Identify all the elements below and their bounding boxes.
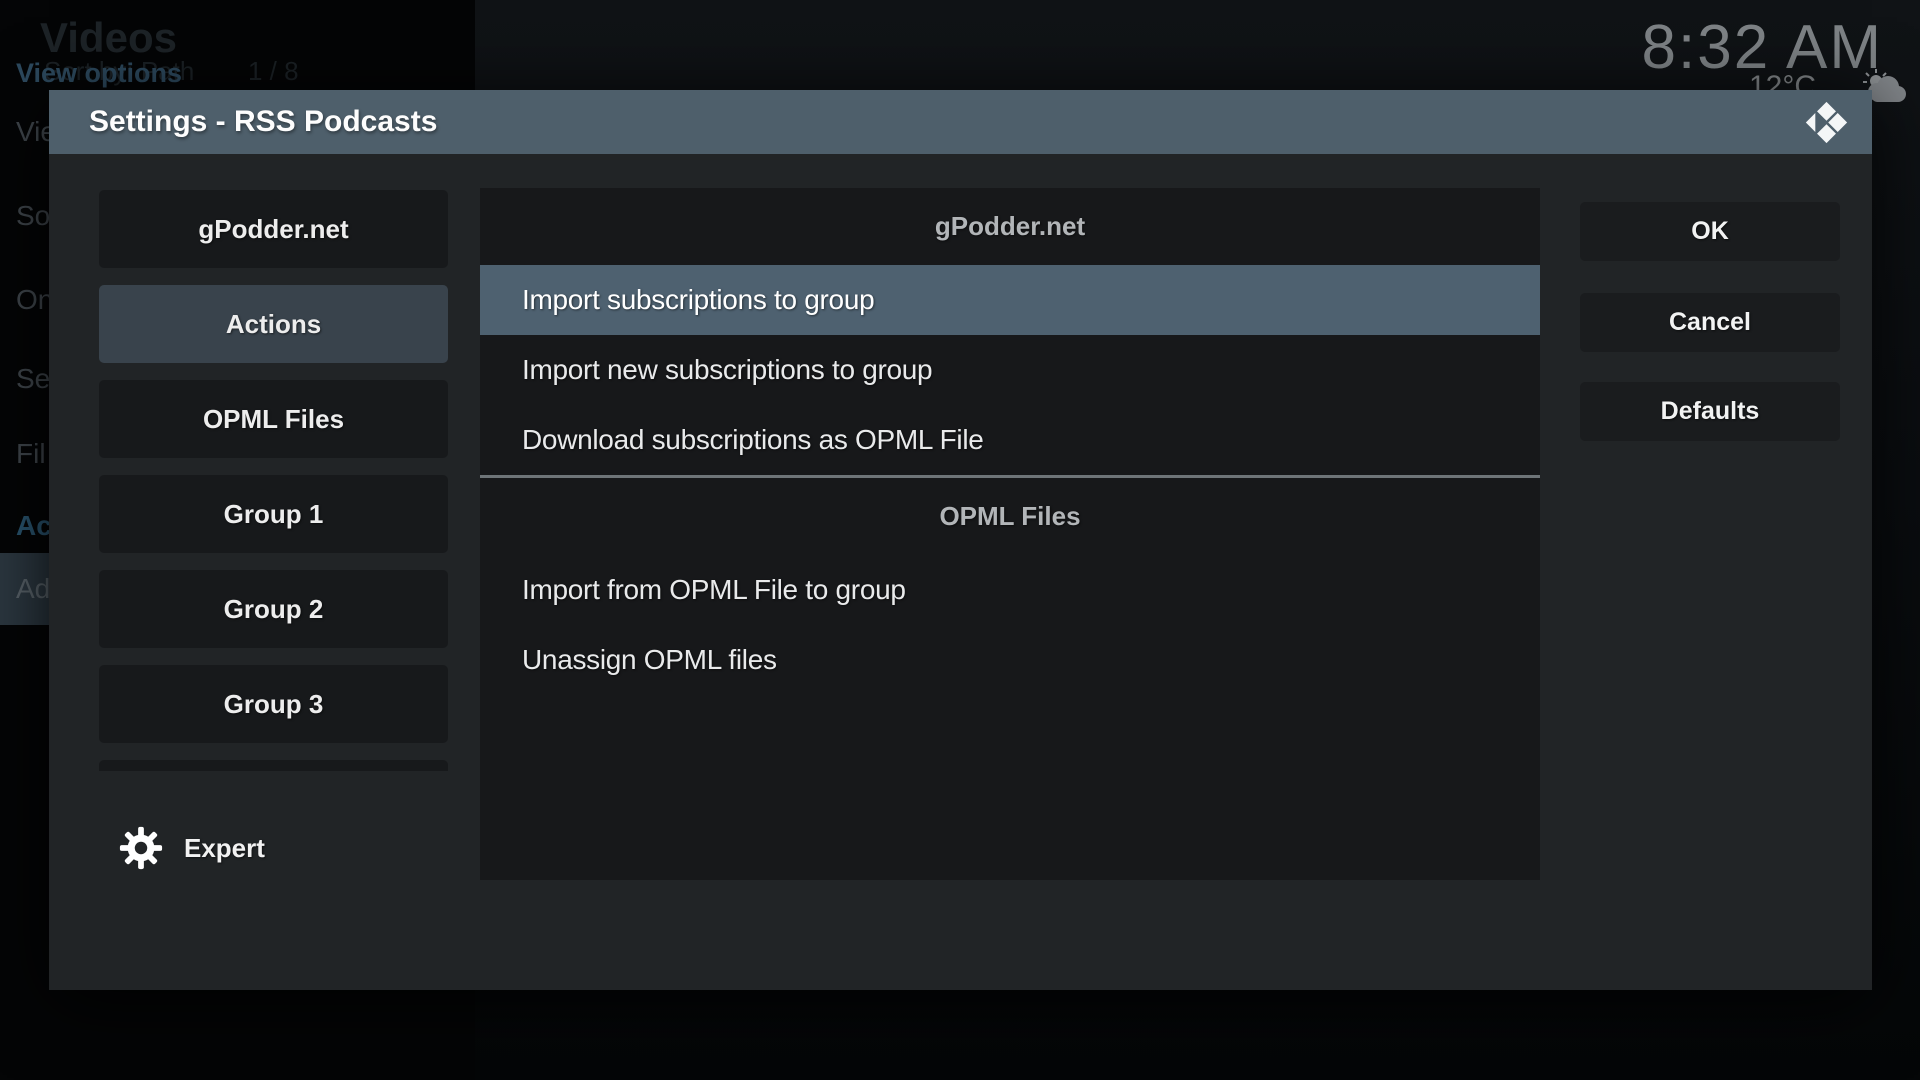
background-blade-item: Se [16, 363, 50, 395]
section-header-opml: OPML Files [480, 478, 1540, 555]
background-blade-section-label: Ac [16, 510, 52, 542]
setting-import-from-opml[interactable]: Import from OPML File to group [480, 555, 1540, 625]
dialog-titlebar: Settings - RSS Podcasts [49, 90, 1872, 154]
defaults-button[interactable]: Defaults [1580, 382, 1840, 441]
gear-icon [118, 825, 164, 871]
kodi-logo-icon [1803, 101, 1850, 144]
settings-dialog: Settings - RSS Podcasts gPodder.net Acti… [49, 90, 1872, 990]
background-blade-item: So [16, 200, 50, 232]
section-header-gpodder: gPodder.net [480, 188, 1540, 265]
category-gpodder[interactable]: gPodder.net [99, 190, 448, 268]
category-group-2[interactable]: Group 2 [99, 570, 448, 648]
settings-level-toggle[interactable]: Expert [118, 824, 265, 872]
dialog-title: Settings - RSS Podcasts [49, 105, 437, 139]
category-list: gPodder.net Actions OPML Files Group 1 G… [99, 190, 448, 771]
setting-import-subscriptions[interactable]: Import subscriptions to group [480, 265, 1540, 335]
screen: Videos Sort by: Path 1 / 8 View options … [0, 0, 1920, 1080]
background-blade-item: On [16, 284, 53, 316]
category-group-1[interactable]: Group 1 [99, 475, 448, 553]
background-window-title: Videos [40, 14, 177, 62]
background-blade-item: Fil [16, 438, 46, 470]
background-blade-selected-label: Ad [16, 573, 50, 605]
category-group-3[interactable]: Group 3 [99, 665, 448, 743]
ok-button[interactable]: OK [1580, 202, 1840, 261]
settings-level-label: Expert [184, 833, 265, 864]
category-clipped-next[interactable] [99, 760, 448, 771]
background-blade-header: View options [16, 58, 182, 89]
category-actions[interactable]: Actions [99, 285, 448, 363]
cancel-button[interactable]: Cancel [1580, 293, 1840, 352]
setting-import-new-subscriptions[interactable]: Import new subscriptions to group [480, 335, 1540, 405]
setting-unassign-opml[interactable]: Unassign OPML files [480, 625, 1540, 695]
background-item-counter: 1 / 8 [248, 56, 299, 87]
category-opml-files[interactable]: OPML Files [99, 380, 448, 458]
settings-panel: gPodder.net Import subscriptions to grou… [480, 188, 1540, 880]
setting-download-subscriptions[interactable]: Download subscriptions as OPML File [480, 405, 1540, 475]
